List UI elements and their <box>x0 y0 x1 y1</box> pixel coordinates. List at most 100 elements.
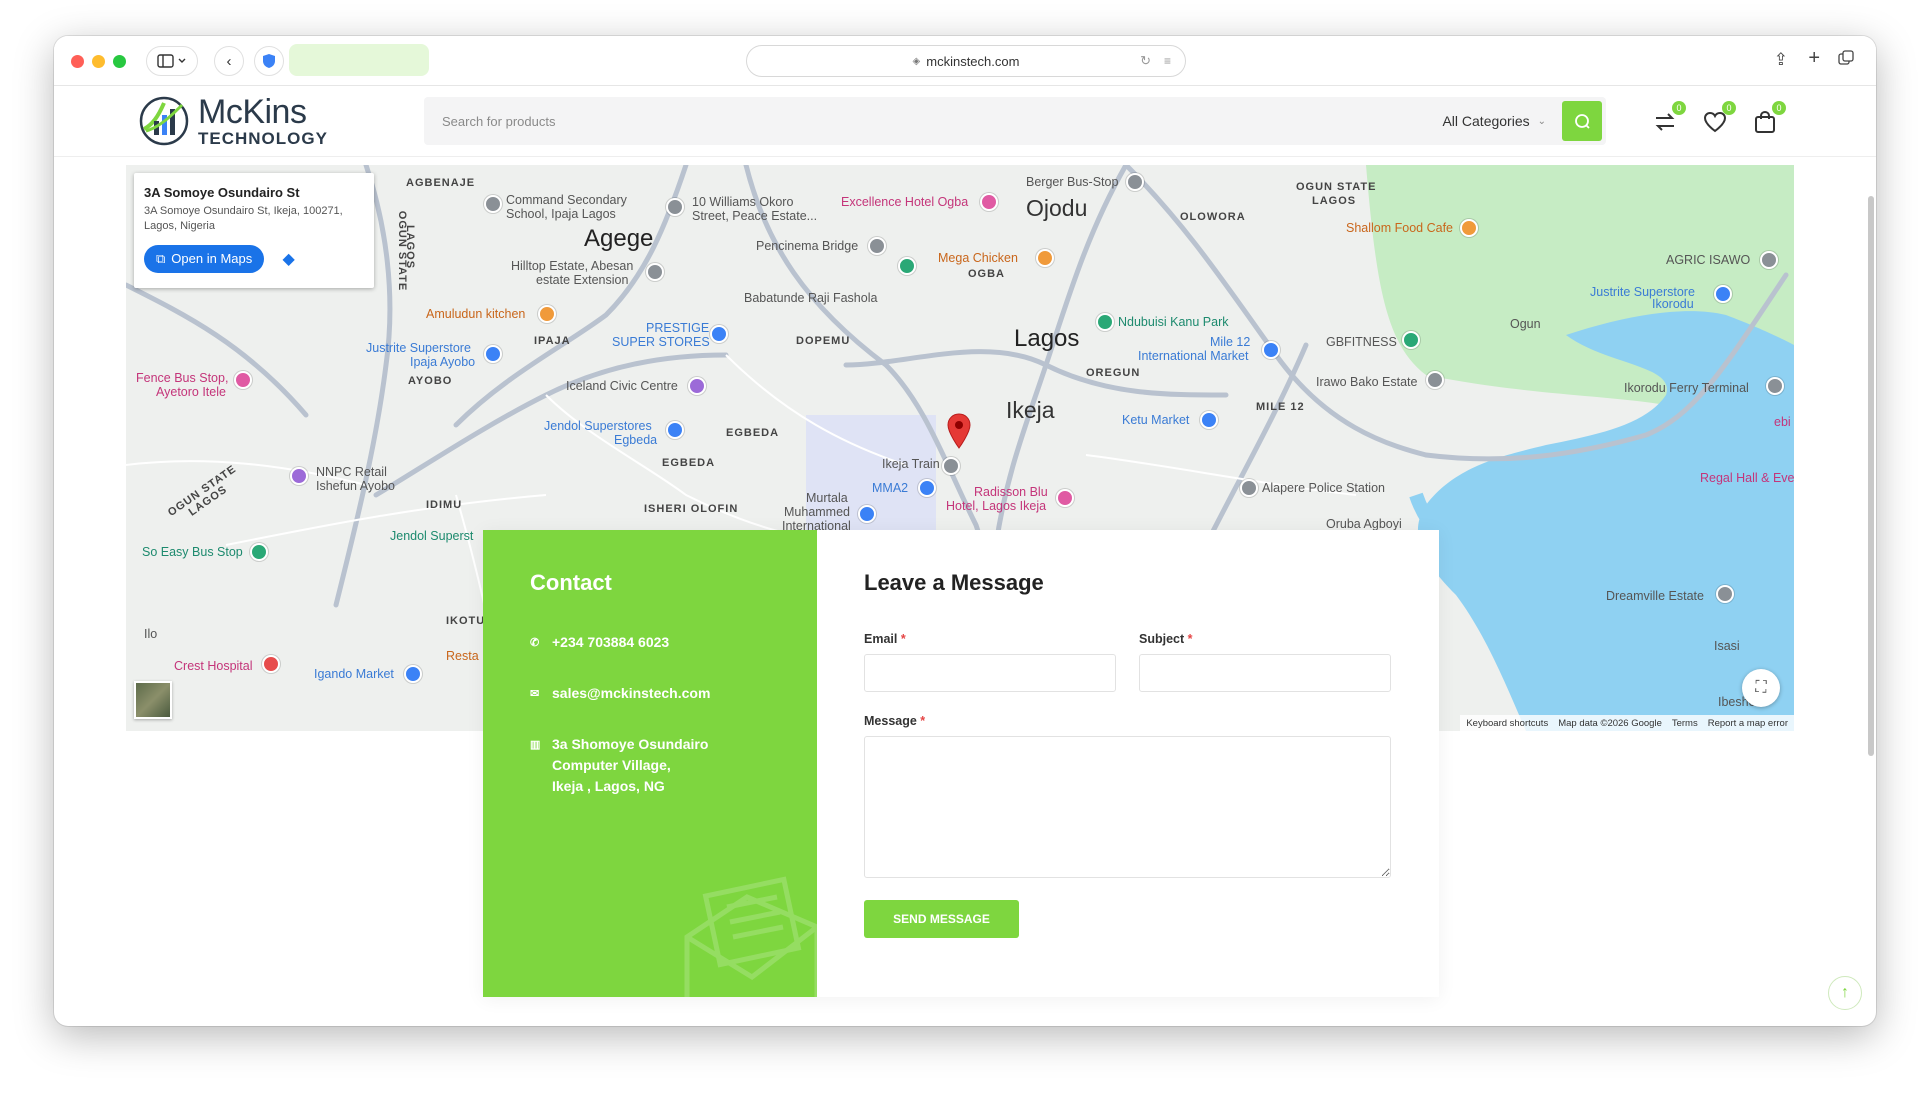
form-row: Email * Subject * <box>864 632 1392 692</box>
chevron-down-icon: ⌄ <box>1537 115 1546 127</box>
map-label: Amuludun kitchen <box>426 307 526 321</box>
school-pin-icon <box>484 195 502 213</box>
map-label: Ogun <box>1510 317 1541 331</box>
scroll-to-top-button[interactable]: ↑ <box>1828 976 1862 1010</box>
tab-overview-icon[interactable] <box>1838 50 1854 71</box>
address-bar[interactable]: ◈ mckinstech.com ↻ ≡ <box>746 45 1186 77</box>
search-input[interactable] <box>424 97 1443 145</box>
reader-icon[interactable]: ≡ <box>1164 54 1171 68</box>
map-label: Murtala <box>806 491 848 505</box>
email-text: sales@mckinstech.com <box>552 685 711 701</box>
map-label: Oruba Agboyi <box>1326 517 1402 531</box>
estate-pin-icon <box>1716 585 1734 603</box>
map-label: Justrite Superstore <box>366 341 471 355</box>
map-label: IKOTU <box>446 615 486 627</box>
subject-field[interactable] <box>1139 654 1391 692</box>
email-field[interactable] <box>864 654 1116 692</box>
contact-section: Contact ✆ +234 703884 6023 ✉ sales@mckin… <box>483 530 1439 997</box>
category-label: All Categories <box>1442 113 1530 129</box>
map-label: Ojodu <box>1026 195 1088 221</box>
map-label: Jendol Superstores <box>544 419 652 433</box>
map-label: Egbeda <box>614 433 658 447</box>
shopping-pin-icon <box>1714 285 1732 303</box>
shopping-pin-icon <box>710 325 728 343</box>
map-label: SUPER STORES <box>612 335 710 349</box>
shield-icon <box>263 54 275 68</box>
map-label: ISHERI OLOFIN <box>644 503 739 515</box>
wishlist-button[interactable]: 0 <box>1700 101 1736 137</box>
share-icon[interactable]: ⇪ <box>1774 50 1788 70</box>
map-label: International Market <box>1138 349 1249 363</box>
keyboard-shortcuts-link[interactable]: Keyboard shortcuts <box>1466 718 1548 729</box>
map-label: Ikorodu Ferry Terminal <box>1624 381 1749 395</box>
zoom-window-button[interactable] <box>113 55 126 68</box>
sidebar-toggle-button[interactable] <box>146 46 198 76</box>
site-logo[interactable]: McKins TECHNOLOGY <box>138 93 328 149</box>
phone-icon: ✆ <box>530 637 540 649</box>
map-label: LAGOS <box>404 224 417 270</box>
message-form-panel: Leave a Message Email * Subject * Messag… <box>817 530 1439 997</box>
send-message-button[interactable]: SEND MESSAGE <box>864 900 1019 938</box>
map-label: Mega Chicken <box>938 251 1018 265</box>
minimize-window-button[interactable] <box>92 55 105 68</box>
map-label: Shallom Food Cafe <box>1346 221 1454 235</box>
report-map-error-link[interactable]: Report a map error <box>1708 718 1788 729</box>
envelope-icon: ✉ <box>530 688 540 700</box>
restaurant-pin-icon <box>1460 219 1478 237</box>
satellite-toggle[interactable] <box>134 681 172 719</box>
back-button[interactable]: ‹ <box>214 46 244 76</box>
address-line: 3a Shomoye Osundairo <box>552 736 709 752</box>
search-icon <box>1575 114 1590 129</box>
terms-link[interactable]: Terms <box>1672 718 1698 729</box>
url-text: mckinstech.com <box>926 53 1020 69</box>
new-tab-icon[interactable]: + <box>1808 47 1820 70</box>
logo-wordmark: McKins <box>198 93 307 131</box>
map-label: Command Secondary <box>506 193 627 207</box>
message-field-group: Message * <box>864 714 1392 878</box>
arrow-up-icon: ↑ <box>1841 984 1849 1001</box>
chevron-left-icon: ‹ <box>226 52 232 70</box>
message-textarea[interactable] <box>864 736 1391 878</box>
contact-info-panel: Contact ✆ +234 703884 6023 ✉ sales@mckin… <box>483 530 817 997</box>
site-header: McKins TECHNOLOGY All Categories ⌄ 0 0 0 <box>54 87 1876 157</box>
phone-text: +234 703884 6023 <box>552 634 670 650</box>
open-in-maps-label: Open in Maps <box>171 251 253 267</box>
map-label: Ilo <box>144 627 158 641</box>
compare-count-badge: 0 <box>1672 101 1686 115</box>
contact-phone[interactable]: ✆ +234 703884 6023 <box>530 632 770 653</box>
police-pin-icon <box>1240 479 1258 497</box>
hotel-pin-icon <box>980 193 998 211</box>
sidebar-icon <box>157 54 186 68</box>
shopping-pin-icon <box>404 665 422 683</box>
search-button[interactable] <box>1562 101 1602 141</box>
subject-label: Subject * <box>1139 632 1193 646</box>
compare-button[interactable]: 0 <box>1650 101 1686 137</box>
reload-icon[interactable]: ↻ <box>1140 53 1151 69</box>
logo-mark-icon <box>139 96 189 146</box>
fullscreen-button[interactable]: ⛶ <box>1742 669 1780 707</box>
place-address-line2: Lagos, Nigeria <box>144 220 215 233</box>
map-label: Pencinema Bridge <box>756 239 859 253</box>
map-label: Iceland Civic Centre <box>566 379 678 393</box>
category-dropdown[interactable]: All Categories ⌄ <box>1442 113 1562 129</box>
open-in-maps-button[interactable]: ⧉ Open in Maps <box>144 244 265 273</box>
contact-email[interactable]: ✉ sales@mckinstech.com <box>530 683 770 704</box>
message-label: Message * <box>864 714 926 728</box>
page-scrollbar[interactable] <box>1868 196 1874 756</box>
place-pin-icon <box>1760 251 1778 269</box>
shopping-pin-icon <box>666 421 684 439</box>
map-label: Resta <box>446 649 479 663</box>
close-window-button[interactable] <box>71 55 84 68</box>
contact-address: ▥ 3a Shomoye Osundairo Computer Village,… <box>530 734 770 797</box>
shopping-bag-icon <box>1755 110 1775 133</box>
map-label: Igando Market <box>314 667 394 681</box>
cart-button[interactable]: 0 <box>1750 101 1786 137</box>
map-label: Street, Peace Estate... <box>692 209 818 223</box>
privacy-shield-button[interactable] <box>254 46 284 76</box>
directions-icon[interactable]: ◆ <box>279 249 299 269</box>
restaurant-pin-icon <box>1036 249 1054 267</box>
browser-window: ‹ ◈ mckinstech.com ↻ ≡ ⇪ + McKins TECHNO… <box>54 36 1876 1026</box>
contact-heading: Contact <box>530 570 612 595</box>
bus-stop-pin-icon <box>1126 173 1144 191</box>
shopping-pin-icon <box>1262 341 1280 359</box>
